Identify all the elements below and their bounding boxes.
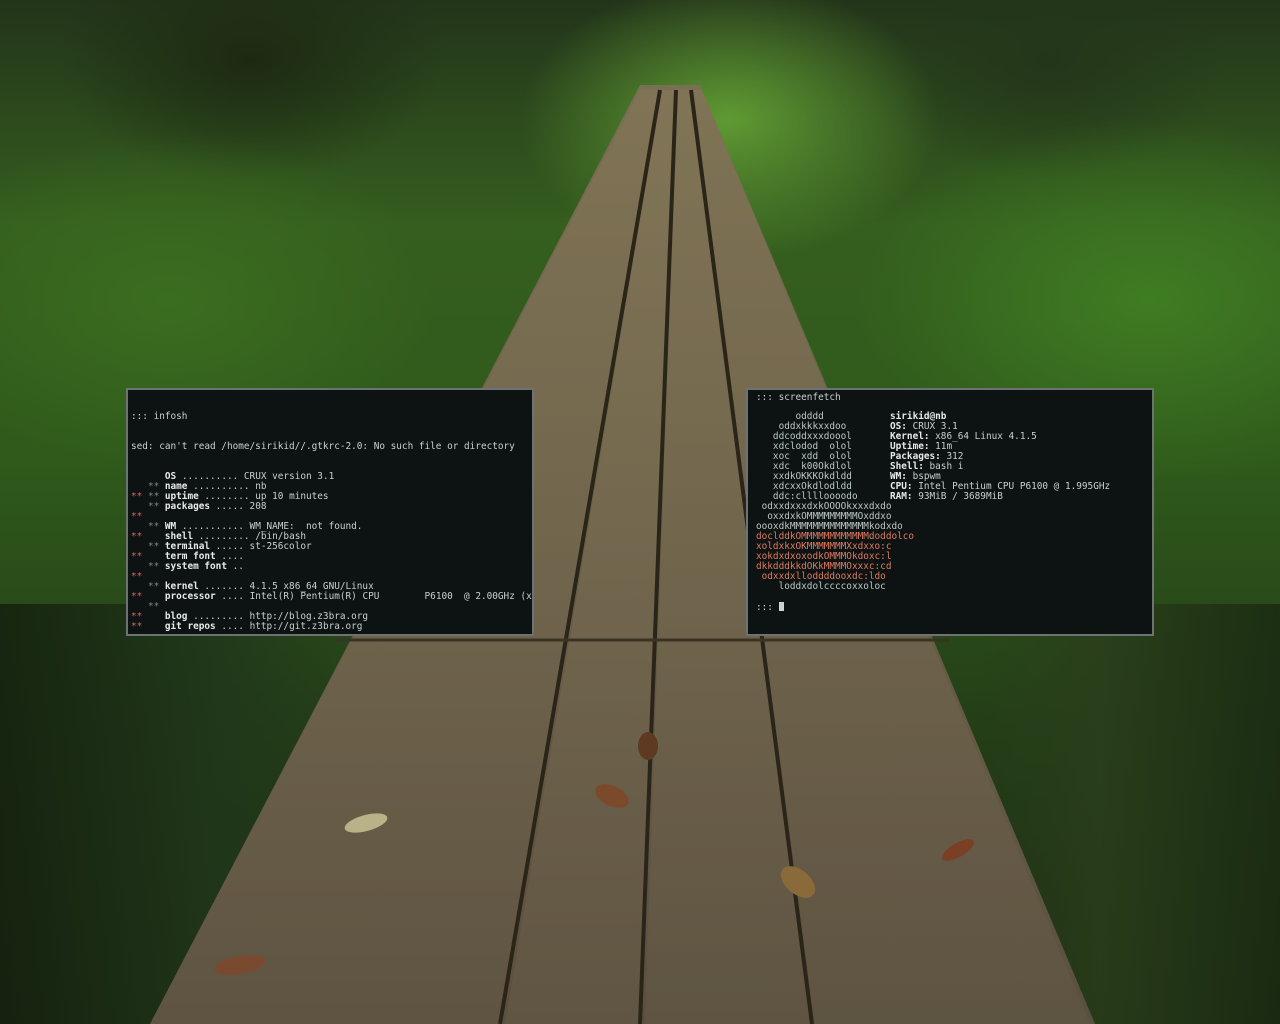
info-key: RAM: [890,491,913,502]
row-label: processor [164,591,216,602]
row-marker-2 [148,621,165,632]
row-value: http://git.z3bra.org [243,621,363,632]
infosh-title: ::: infosh [131,411,188,422]
infosh-row: ** processor .... Intel(R) Pentium(R) CP… [131,591,532,602]
row-dots: .... [215,621,244,632]
row-label: packages [164,501,211,512]
row-value: 208 [243,501,267,512]
row-marker: ** [131,621,148,632]
screenfetch-terminal-window[interactable]: ::: screenfetch odddd oddxkkkxxdoo ddcod… [746,388,1154,636]
infosh-row: ** git repos .... http://git.z3bra.org [131,622,529,632]
info-value: 93MiB / 3689MiB [912,491,1003,502]
screenfetch-info-row: RAM: 93MiB / 3689MiB [890,492,1110,502]
infosh-error-message: sed: can't read /home/sirikid//.gtkrc-2.… [131,441,515,452]
row-dots: .... [215,591,244,602]
cursor-icon [778,602,784,611]
screenfetch-title: ::: screenfetch [756,392,841,403]
row-dots: .. [226,561,244,572]
row-value: Intel(R) Pentium(R) CPU P6100 @ 2.00GHz … [243,591,534,602]
infosh-terminal-window[interactable]: ::: infosh sed: can't read /home/sirikid… [126,388,534,636]
infosh-row: ** system font .. [131,562,529,572]
row-label: system font [164,561,227,572]
row-value: st-256color [243,541,312,552]
screenfetch-prompt-line[interactable]: ::: [756,602,784,613]
infosh-info-list: OS .......... CRUX version 3.1 ** name .… [131,472,532,632]
row-dots: ..... [210,501,244,512]
logo-line: loddxdolccccoxxoloc [756,581,886,592]
row-label: git repos [164,621,216,632]
screenfetch-info-list: sirikid@nb OS: CRUX 3.1 Kernel: x86_64 Lin… [890,412,1110,502]
infosh-row: ** packages ..... 208 [131,502,529,512]
prompt-text: ::: [756,602,779,613]
